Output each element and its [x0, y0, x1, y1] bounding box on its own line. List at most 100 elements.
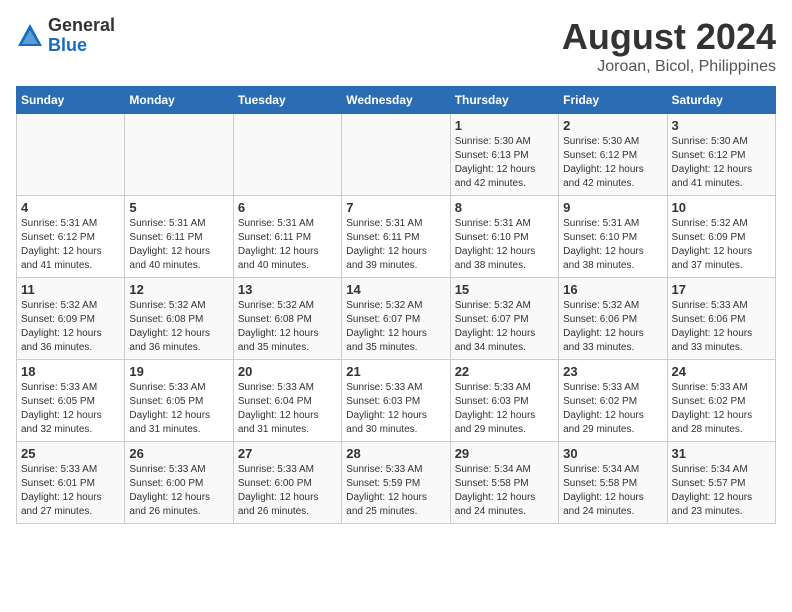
day-info: Sunrise: 5:32 AM Sunset: 6:08 PM Dayligh… — [129, 299, 228, 355]
day-info: Sunrise: 5:31 AM Sunset: 6:11 PM Dayligh… — [129, 217, 228, 273]
calendar-cell: 15Sunrise: 5:32 AM Sunset: 6:07 PM Dayli… — [450, 278, 558, 360]
day-info: Sunrise: 5:31 AM Sunset: 6:10 PM Dayligh… — [563, 217, 662, 273]
day-number: 7 — [346, 200, 445, 215]
calendar-header: SundayMondayTuesdayWednesdayThursdayFrid… — [17, 87, 776, 114]
weekday-header-tuesday: Tuesday — [233, 87, 341, 114]
day-info: Sunrise: 5:34 AM Sunset: 5:58 PM Dayligh… — [455, 463, 554, 519]
weekday-header-wednesday: Wednesday — [342, 87, 450, 114]
day-number: 3 — [672, 118, 771, 133]
weekday-header-thursday: Thursday — [450, 87, 558, 114]
calendar-cell: 20 Sunrise: 5:33 AM Sunset: 6:04 PM Dayli… — [233, 360, 341, 442]
weekday-header-friday: Friday — [559, 87, 667, 114]
logo-general: General — [48, 16, 115, 36]
day-number: 27 — [238, 446, 337, 461]
calendar-cell: 24Sunrise: 5:33 AM Sunset: 6:02 PM Dayli… — [667, 360, 775, 442]
day-info: Sunrise: 5:33 AM Sunset: 6:04 PM Dayligh… — [238, 381, 337, 437]
calendar-week-3: 11Sunrise: 5:32 AM Sunset: 6:09 PM Dayli… — [17, 278, 776, 360]
day-number: 10 — [672, 200, 771, 215]
day-info: Sunrise: 5:30 AM Sunset: 6:12 PM Dayligh… — [672, 135, 771, 191]
day-info: Sunrise: 5:30 AM Sunset: 6:12 PM Dayligh… — [563, 135, 662, 191]
logo-blue: Blue — [48, 36, 115, 56]
calendar-cell — [342, 114, 450, 196]
calendar-cell — [17, 114, 125, 196]
day-number: 16 — [563, 282, 662, 297]
calendar-cell: 8Sunrise: 5:31 AM Sunset: 6:10 PM Daylig… — [450, 196, 558, 278]
day-number: 31 — [672, 446, 771, 461]
day-info: Sunrise: 5:31 AM Sunset: 6:12 PM Dayligh… — [21, 217, 120, 273]
day-number: 29 — [455, 446, 554, 461]
calendar-week-4: 18 Sunrise: 5:33 AM Sunset: 6:05 PM Dayli… — [17, 360, 776, 442]
calendar-week-1: 1Sunrise: 5:30 AM Sunset: 6:13 PM Daylig… — [17, 114, 776, 196]
calendar-cell: 28 Sunrise: 5:33 AM Sunset: 5:59 PM Dayli… — [342, 442, 450, 524]
calendar-cell: 25Sunrise: 5:33 AM Sunset: 6:01 PM Dayli… — [17, 442, 125, 524]
calendar-cell: 10Sunrise: 5:32 AM Sunset: 6:09 PM Dayli… — [667, 196, 775, 278]
calendar-table: SundayMondayTuesdayWednesdayThursdayFrid… — [16, 86, 776, 524]
day-info: Sunrise: 5:31 AM Sunset: 6:11 PM Dayligh… — [238, 217, 337, 273]
day-info: Sunrise: 5:33 AM Sunset: 6:03 PM Dayligh… — [346, 381, 445, 437]
day-info: Sunrise: 5:32 AM Sunset: 6:07 PM Dayligh… — [346, 299, 445, 355]
day-info: Sunrise: 5:33 AM Sunset: 6:03 PM Dayligh… — [455, 381, 554, 437]
logo-icon — [16, 22, 44, 50]
calendar-cell: 1Sunrise: 5:30 AM Sunset: 6:13 PM Daylig… — [450, 114, 558, 196]
day-number: 23 — [563, 364, 662, 379]
weekday-header-monday: Monday — [125, 87, 233, 114]
day-number: 2 — [563, 118, 662, 133]
day-info: Sunrise: 5:33 AM Sunset: 6:02 PM Dayligh… — [563, 381, 662, 437]
day-info: Sunrise: 5:33 AM Sunset: 6:05 PM Dayligh… — [129, 381, 228, 437]
day-info: Sunrise: 5:33 AM Sunset: 6:00 PM Dayligh… — [238, 463, 337, 519]
day-info: Sunrise: 5:33 AM Sunset: 5:59 PM Dayligh… — [346, 463, 445, 519]
calendar-subtitle: Joroan, Bicol, Philippines — [562, 58, 776, 76]
page-header: General Blue August 2024 Joroan, Bicol, … — [16, 16, 776, 76]
calendar-cell: 12 Sunrise: 5:32 AM Sunset: 6:08 PM Dayli… — [125, 278, 233, 360]
day-info: Sunrise: 5:32 AM Sunset: 6:09 PM Dayligh… — [21, 299, 120, 355]
day-info: Sunrise: 5:33 AM Sunset: 6:05 PM Dayligh… — [21, 381, 120, 437]
calendar-cell: 18 Sunrise: 5:33 AM Sunset: 6:05 PM Dayli… — [17, 360, 125, 442]
calendar-cell: 26Sunrise: 5:33 AM Sunset: 6:00 PM Dayli… — [125, 442, 233, 524]
day-number: 24 — [672, 364, 771, 379]
calendar-cell: 23 Sunrise: 5:33 AM Sunset: 6:02 PM Dayli… — [559, 360, 667, 442]
calendar-title: August 2024 — [562, 16, 776, 58]
calendar-cell: 21 Sunrise: 5:33 AM Sunset: 6:03 PM Dayli… — [342, 360, 450, 442]
calendar-cell: 9 Sunrise: 5:31 AM Sunset: 6:10 PM Daylig… — [559, 196, 667, 278]
day-number: 28 — [346, 446, 445, 461]
weekday-header-sunday: Sunday — [17, 87, 125, 114]
calendar-cell: 2 Sunrise: 5:30 AM Sunset: 6:12 PM Daylig… — [559, 114, 667, 196]
day-number: 6 — [238, 200, 337, 215]
calendar-cell: 14Sunrise: 5:32 AM Sunset: 6:07 PM Dayli… — [342, 278, 450, 360]
day-number: 26 — [129, 446, 228, 461]
day-number: 18 — [21, 364, 120, 379]
day-info: Sunrise: 5:34 AM Sunset: 5:57 PM Dayligh… — [672, 463, 771, 519]
day-number: 13 — [238, 282, 337, 297]
calendar-cell: 27 Sunrise: 5:33 AM Sunset: 6:00 PM Dayli… — [233, 442, 341, 524]
day-number: 4 — [21, 200, 120, 215]
day-number: 15 — [455, 282, 554, 297]
calendar-cell: 4 Sunrise: 5:31 AM Sunset: 6:12 PM Daylig… — [17, 196, 125, 278]
calendar-cell: 19 Sunrise: 5:33 AM Sunset: 6:05 PM Dayli… — [125, 360, 233, 442]
day-number: 9 — [563, 200, 662, 215]
day-info: Sunrise: 5:31 AM Sunset: 6:11 PM Dayligh… — [346, 217, 445, 273]
calendar-cell: 30Sunrise: 5:34 AM Sunset: 5:58 PM Dayli… — [559, 442, 667, 524]
day-info: Sunrise: 5:32 AM Sunset: 6:08 PM Dayligh… — [238, 299, 337, 355]
calendar-week-5: 25Sunrise: 5:33 AM Sunset: 6:01 PM Dayli… — [17, 442, 776, 524]
calendar-body: 1Sunrise: 5:30 AM Sunset: 6:13 PM Daylig… — [17, 114, 776, 524]
calendar-cell — [125, 114, 233, 196]
calendar-cell: 17Sunrise: 5:33 AM Sunset: 6:06 PM Dayli… — [667, 278, 775, 360]
calendar-cell: 22Sunrise: 5:33 AM Sunset: 6:03 PM Dayli… — [450, 360, 558, 442]
day-number: 21 — [346, 364, 445, 379]
calendar-cell: 13 Sunrise: 5:32 AM Sunset: 6:08 PM Dayli… — [233, 278, 341, 360]
day-number: 19 — [129, 364, 228, 379]
calendar-cell: 31 Sunrise: 5:34 AM Sunset: 5:57 PM Dayli… — [667, 442, 775, 524]
calendar-cell: 16 Sunrise: 5:32 AM Sunset: 6:06 PM Dayli… — [559, 278, 667, 360]
day-number: 30 — [563, 446, 662, 461]
weekday-header-saturday: Saturday — [667, 87, 775, 114]
day-number: 12 — [129, 282, 228, 297]
calendar-cell: 3 Sunrise: 5:30 AM Sunset: 6:12 PM Daylig… — [667, 114, 775, 196]
day-info: Sunrise: 5:32 AM Sunset: 6:06 PM Dayligh… — [563, 299, 662, 355]
day-number: 20 — [238, 364, 337, 379]
logo: General Blue — [16, 16, 115, 56]
calendar-week-2: 4 Sunrise: 5:31 AM Sunset: 6:12 PM Daylig… — [17, 196, 776, 278]
title-block: August 2024 Joroan, Bicol, Philippines — [562, 16, 776, 76]
day-info: Sunrise: 5:30 AM Sunset: 6:13 PM Dayligh… — [455, 135, 554, 191]
weekday-row: SundayMondayTuesdayWednesdayThursdayFrid… — [17, 87, 776, 114]
day-number: 8 — [455, 200, 554, 215]
